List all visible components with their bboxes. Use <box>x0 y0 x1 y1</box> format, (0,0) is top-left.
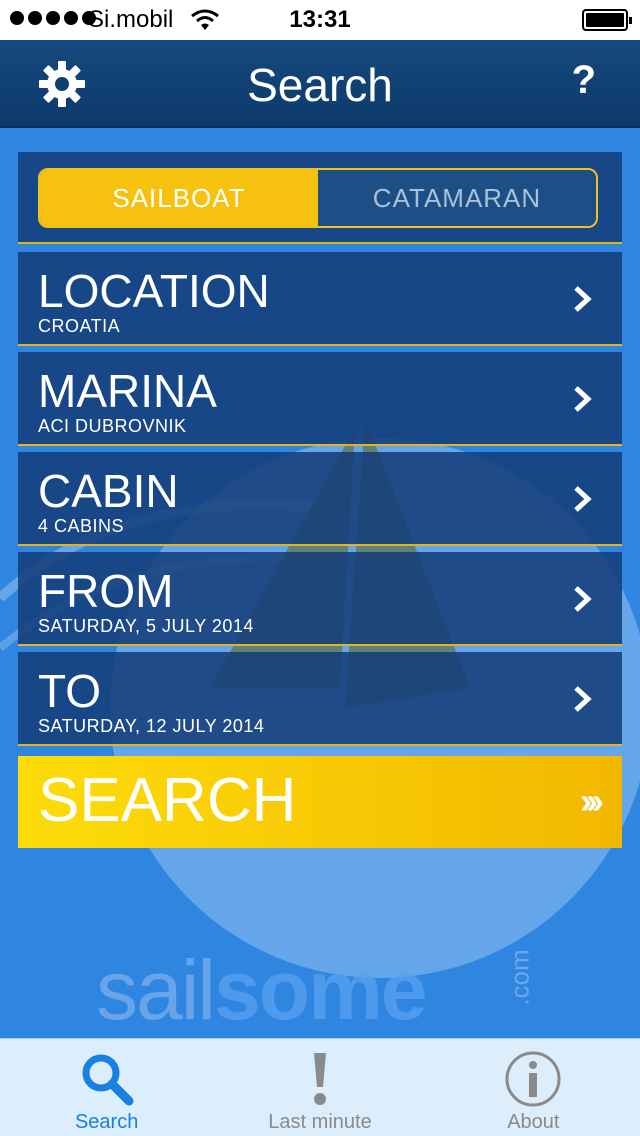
from-label: FROM <box>38 565 174 617</box>
chevron-right-icon <box>574 386 592 412</box>
logo-text-sail: sail <box>96 943 216 1037</box>
help-button[interactable]: ? <box>572 58 596 103</box>
marina-label: MARINA <box>38 365 217 417</box>
status-bar: Si.mobil 13:31 <box>0 0 640 40</box>
from-date-row[interactable]: FROM SATURDAY, 5 JULY 2014 <box>18 552 622 646</box>
boat-type-segmented-control: SAILBOAT CATAMARAN <box>38 168 598 228</box>
location-row[interactable]: LOCATION CROATIA <box>18 252 622 346</box>
to-value: SATURDAY, 12 JULY 2014 <box>38 716 265 736</box>
tab-about-label: About <box>507 1111 560 1133</box>
to-label: TO <box>38 665 102 717</box>
marina-row[interactable]: MARINA ACI DUBROVNIK <box>18 352 622 446</box>
boat-type-panel: SAILBOAT CATAMARAN <box>18 152 622 244</box>
tab-about[interactable]: About <box>427 1039 640 1136</box>
tab-last-minute-label: Last minute <box>268 1111 372 1133</box>
sailsome-logo: sailsome .com <box>96 942 556 1038</box>
location-value: CROATIA <box>38 316 121 336</box>
logo-text-some: some <box>214 943 427 1037</box>
location-label: LOCATION <box>38 265 270 317</box>
cabin-label: CABIN <box>38 465 179 517</box>
chevron-right-icon <box>574 686 592 712</box>
search-button[interactable]: SEARCH ››› <box>18 756 622 848</box>
clock: 13:31 <box>289 6 351 33</box>
chevron-right-icon <box>574 486 592 512</box>
catamaran-tab[interactable]: CATAMARAN <box>318 170 596 226</box>
cabin-row[interactable]: CABIN 4 CABINS <box>18 452 622 546</box>
tab-last-minute[interactable]: Last minute <box>213 1039 426 1136</box>
from-value: SATURDAY, 5 JULY 2014 <box>38 616 254 636</box>
battery-icon <box>582 9 632 31</box>
chevron-right-icon <box>574 586 592 612</box>
to-date-row[interactable]: TO SATURDAY, 12 JULY 2014 <box>18 652 622 746</box>
logo-text-com: .com <box>504 949 535 1006</box>
page-title: Search <box>247 59 393 111</box>
search-button-label: SEARCH <box>38 766 297 835</box>
tab-search-label: Search <box>74 1111 139 1133</box>
triple-chevron-icon: ››› <box>580 780 604 821</box>
tab-search[interactable]: Search <box>0 1039 213 1136</box>
tab-bar: Search Last minute About <box>0 1038 640 1136</box>
navigation-bar: Search ? <box>0 40 640 128</box>
chevron-right-icon <box>574 286 592 312</box>
marina-value: ACI DUBROVNIK <box>38 416 187 436</box>
info-icon <box>505 1051 561 1107</box>
search-icon <box>82 1054 134 1106</box>
exclamation-icon <box>313 1053 326 1105</box>
cabin-value: 4 CABINS <box>38 516 125 536</box>
sailboat-tab[interactable]: SAILBOAT <box>40 170 318 226</box>
